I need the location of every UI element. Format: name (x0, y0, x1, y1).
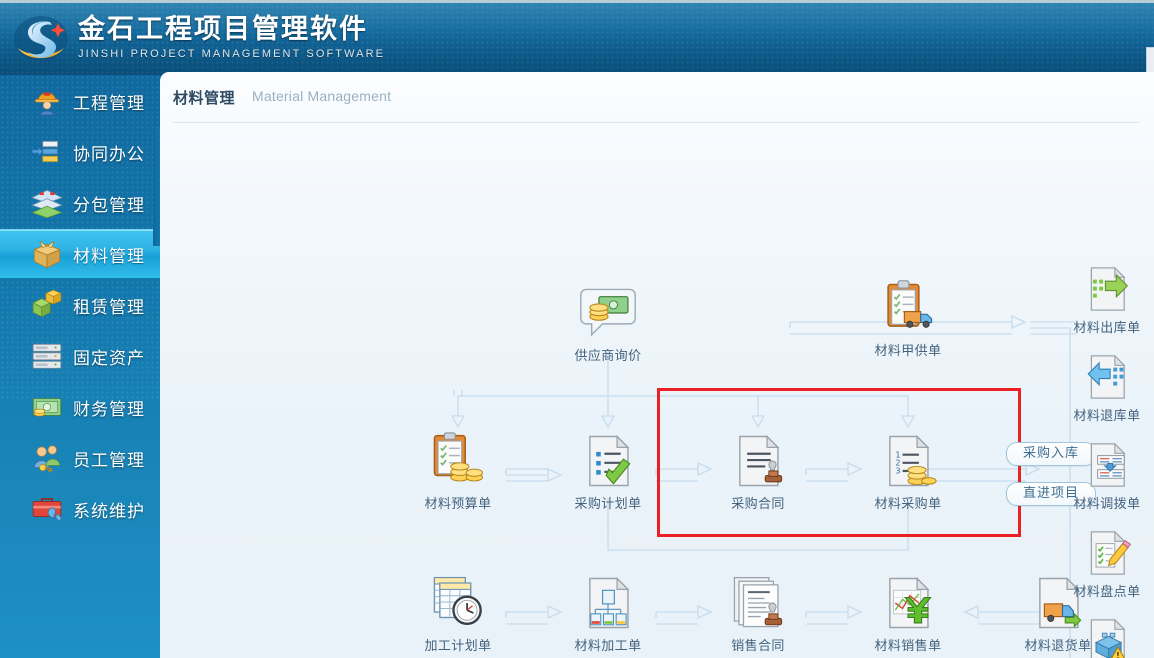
flow-node-supplier-quote[interactable]: 供应商询价 (560, 284, 656, 364)
clipboard-coins-icon (427, 432, 489, 490)
sidebar-item-label: 租赁管理 (73, 297, 145, 317)
money-cash-icon (30, 390, 64, 424)
collaboration-docs-icon (30, 135, 64, 169)
flow-node-label: 供应商询价 (574, 348, 642, 363)
engineer-helmet-icon (30, 84, 64, 118)
sidebar-item-4[interactable]: 租赁管理 (0, 280, 160, 330)
doc-in-arrow-icon (1081, 352, 1133, 402)
flow-node-label: 材料销售单 (874, 638, 942, 653)
sidebar-item-label: 工程管理 (73, 93, 145, 113)
open-box-icon (30, 237, 64, 271)
warehouse-node-label: 材料盘点单 (1073, 584, 1141, 599)
chart-yen-icon (877, 574, 939, 632)
schedule-clock-icon (427, 574, 489, 632)
sidebar: 工程管理协同办公分包管理材料管理租赁管理固定资产财务管理员工管理系统维护 (0, 75, 160, 658)
warehouse-node-stock-out[interactable]: 材料出库单 (1063, 264, 1151, 336)
clipboard-truck-icon (877, 279, 939, 337)
layered-stack-icon (30, 186, 64, 220)
highlight-box (657, 388, 1021, 537)
price-quote-bubble-icon (577, 284, 639, 342)
warehouse-node-label: 材料出库单 (1073, 320, 1141, 335)
sidebar-item-label: 协同办公 (73, 144, 145, 164)
sidebar-item-2[interactable]: 分包管理 (0, 178, 160, 228)
flow-diagram: 供应商询价 材料甲供单 材料预算单 采购计划单 采购合同 1 2 3 材料采购单 加工计划单 材料加… (160, 124, 1154, 658)
warehouse-node-transfer[interactable]: 材料调拨单 (1063, 440, 1151, 512)
warehouse-node-damage[interactable]: 材料报损单 (1063, 616, 1151, 658)
sidebar-item-7[interactable]: 员工管理 (0, 433, 160, 483)
flow-node-label: 销售合同 (731, 638, 785, 653)
toolbox-wrench-icon (30, 492, 64, 526)
page-subtitle: Material Management (252, 88, 392, 104)
sidebar-item-label: 系统维护 (73, 501, 145, 521)
flow-node-label: 材料甲供单 (874, 343, 942, 358)
sidebar-nav-list: 工程管理协同办公分包管理材料管理租赁管理固定资产财务管理员工管理系统维护 (0, 76, 160, 534)
doc-pencil-check-icon (1081, 528, 1133, 578)
server-rack-icon (30, 339, 64, 373)
green-cubes-icon (30, 288, 64, 322)
header-divider (173, 122, 1139, 123)
flow-node-label: 材料加工单 (574, 638, 642, 653)
app-header: 金石工程项目管理软件 JINSHI PROJECT MANAGEMENT SOF… (0, 0, 1154, 75)
warehouse-node-inventory[interactable]: 材料盘点单 (1063, 528, 1151, 600)
flow-node-label: 材料预算单 (424, 496, 492, 511)
sidebar-item-label: 员工管理 (73, 450, 145, 470)
sidebar-item-3[interactable]: 材料管理 (0, 229, 160, 279)
page-title: 材料管理 (173, 90, 236, 107)
doc-transfer-icon (1081, 440, 1133, 490)
sidebar-item-label: 财务管理 (73, 399, 145, 419)
sidebar-item-8[interactable]: 系统维护 (0, 484, 160, 534)
brand-block: 金石工程项目管理软件 JINSHI PROJECT MANAGEMENT SOF… (78, 13, 385, 61)
flow-node-material-budget[interactable]: 材料预算单 (410, 432, 506, 512)
sidebar-item-label: 固定资产 (73, 348, 145, 368)
doc-out-arrow-icon (1081, 264, 1133, 314)
sidebar-item-5[interactable]: 固定资产 (0, 331, 160, 381)
flow-node-material-sales[interactable]: 材料销售单 (860, 574, 956, 654)
warehouse-node-stock-return[interactable]: 材料退库单 (1063, 352, 1151, 424)
flow-node-sales-contract[interactable]: 销售合同 (710, 574, 806, 654)
sidebar-item-0[interactable]: 工程管理 (0, 76, 160, 126)
users-key-icon (30, 441, 64, 475)
sidebar-item-label: 分包管理 (73, 195, 145, 215)
checked-document-icon (577, 432, 639, 490)
sidebar-item-label: 材料管理 (73, 246, 145, 266)
sidebar-item-1[interactable]: 协同办公 (0, 127, 160, 177)
panel-header: 材料管理 Material Management (160, 72, 1154, 124)
header-top-rule (0, 0, 1154, 3)
doc-tree-icon (577, 574, 639, 632)
warehouse-node-label: 材料调拨单 (1073, 496, 1141, 511)
sidebar-item-6[interactable]: 财务管理 (0, 382, 160, 432)
warehouse-node-label: 材料退库单 (1073, 408, 1141, 423)
flow-node-label: 加工计划单 (424, 638, 492, 653)
doc-damage-warn-icon (1081, 616, 1133, 658)
brand-title-cn: 金石工程项目管理软件 (78, 14, 368, 44)
flow-node-owner-supply[interactable]: 材料甲供单 (860, 279, 956, 359)
flow-node-material-process[interactable]: 材料加工单 (560, 574, 656, 654)
flow-node-purchase-plan[interactable]: 采购计划单 (560, 432, 656, 512)
flow-node-label: 采购计划单 (574, 496, 642, 511)
flow-node-process-plan[interactable]: 加工计划单 (410, 574, 506, 654)
main-panel: 材料管理 Material Management 供应商询价 材料甲供单 材料预… (160, 72, 1154, 658)
swoosh-logo-icon (12, 14, 70, 64)
stamped-papers-icon (727, 574, 789, 632)
brand-title-en: JINSHI PROJECT MANAGEMENT SOFTWARE (78, 48, 386, 60)
